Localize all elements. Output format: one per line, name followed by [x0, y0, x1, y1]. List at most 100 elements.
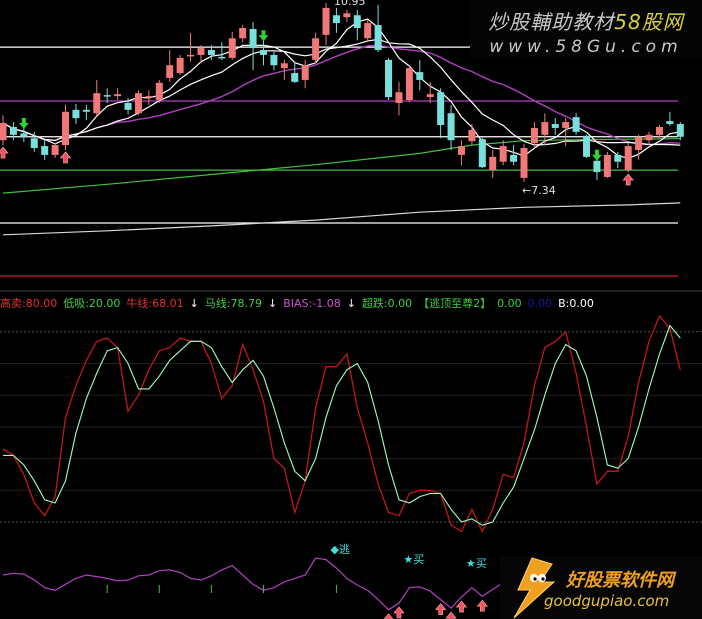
- legend-item: ↓: [346, 297, 356, 310]
- candle: [291, 61, 299, 83]
- sell-arrow-icon: [591, 149, 602, 161]
- candle-body: [322, 7, 330, 35]
- candle: [20, 127, 28, 143]
- candle: [218, 42, 226, 60]
- candle-body: [562, 122, 570, 128]
- candle-body: [551, 124, 559, 128]
- candle: [301, 59, 309, 89]
- k-line: [2, 314, 681, 534]
- candle-body: [249, 28, 257, 49]
- watermark-58gu: 炒股輔助教材58股网 www.58Gu.com: [470, 0, 702, 58]
- candle-body: [499, 146, 507, 162]
- candle-body: [593, 160, 601, 173]
- candle: [145, 90, 153, 105]
- candle-body: [301, 65, 309, 80]
- candle-body: [635, 136, 643, 150]
- candle: [260, 40, 267, 66]
- d-line: [3, 324, 681, 526]
- candle-body: [343, 13, 351, 18]
- candle-body: [72, 109, 80, 119]
- candle: [416, 59, 424, 91]
- candle-body: [218, 56, 226, 59]
- watermark-goodgupiao: 好股票软件网 goodgupiao.com: [500, 556, 702, 619]
- candle: [666, 111, 674, 126]
- candle: [374, 4, 382, 52]
- candle: [239, 25, 247, 43]
- candle-body: [530, 127, 538, 144]
- buy-arrow-icon: [0, 146, 9, 159]
- candle: [353, 9, 361, 41]
- candle-body: [260, 50, 267, 55]
- escape-signal: ◆逃: [330, 543, 350, 556]
- candle: [41, 140, 49, 160]
- watermark-url: goodgupiao.com: [544, 592, 670, 610]
- candle: [447, 104, 455, 150]
- candle: [572, 113, 580, 135]
- candle: [270, 50, 278, 71]
- candle-body: [655, 126, 663, 135]
- buy-signal: ★买: [465, 557, 487, 570]
- sell-arrow-icon: [18, 117, 29, 129]
- legend-item: 低吸:20.00: [63, 297, 121, 310]
- candle: [499, 140, 507, 166]
- candle-body: [197, 48, 205, 55]
- candle: [51, 143, 59, 158]
- legend-item: 高卖:80.00: [0, 297, 58, 310]
- candle-body: [145, 96, 153, 98]
- candle-body: [176, 57, 184, 74]
- candle: [343, 9, 351, 23]
- candle-body: [9, 126, 17, 135]
- candle: [9, 122, 17, 141]
- buy-arrow-icon: [59, 151, 72, 164]
- candle-body: [624, 146, 632, 171]
- candle-body: [666, 121, 674, 125]
- legend-item: 0.00: [497, 297, 522, 310]
- candle: [82, 104, 90, 121]
- candle-body: [510, 154, 518, 162]
- candle-body: [187, 54, 195, 57]
- legend-item: ↓: [189, 297, 199, 310]
- buy-signal: ★买: [403, 553, 425, 566]
- legend-item: 0.00: [527, 297, 553, 310]
- candle-body: [478, 139, 486, 168]
- candle-body: [395, 92, 403, 103]
- candle-body: [0, 123, 7, 141]
- candle: [405, 65, 413, 102]
- candle-body: [51, 145, 59, 155]
- candle: [489, 150, 497, 178]
- high-price-label: 10.95: [334, 0, 366, 8]
- candle-body: [385, 59, 393, 98]
- buy-arrow-icon: [393, 606, 405, 619]
- candle-body: [239, 27, 247, 39]
- candle: [614, 151, 622, 169]
- candle: [437, 88, 445, 139]
- candle-body: [270, 54, 278, 66]
- candle-body: [134, 93, 142, 114]
- candle-body: [416, 72, 424, 80]
- legend-item: 牛线:68.01: [126, 297, 184, 310]
- buy-arrow-icon: [445, 611, 457, 619]
- candle-body: [30, 138, 38, 149]
- candle: [645, 131, 653, 146]
- candle: [603, 151, 611, 178]
- legend-item: 马线:78.79: [204, 297, 263, 310]
- candle: [322, 3, 330, 46]
- candle-body: [405, 68, 413, 101]
- candle: [134, 90, 142, 116]
- candle-body: [332, 15, 340, 24]
- candle: [249, 22, 257, 71]
- candle-body: [364, 23, 372, 39]
- candle-body: [207, 50, 215, 55]
- candle: [114, 88, 122, 101]
- candle-body: [41, 146, 49, 155]
- candle: [62, 104, 70, 150]
- candle-body: [374, 25, 382, 51]
- legend-item: 超跌:0.00: [361, 297, 413, 310]
- candle: [551, 118, 559, 135]
- candle: [93, 79, 101, 116]
- legend-item: 【逃顶至尊2】: [418, 297, 492, 310]
- buy-arrow-icon: [622, 173, 634, 186]
- candle: [583, 134, 591, 158]
- buy-arrow-icon: [383, 613, 394, 619]
- candle: [676, 122, 684, 141]
